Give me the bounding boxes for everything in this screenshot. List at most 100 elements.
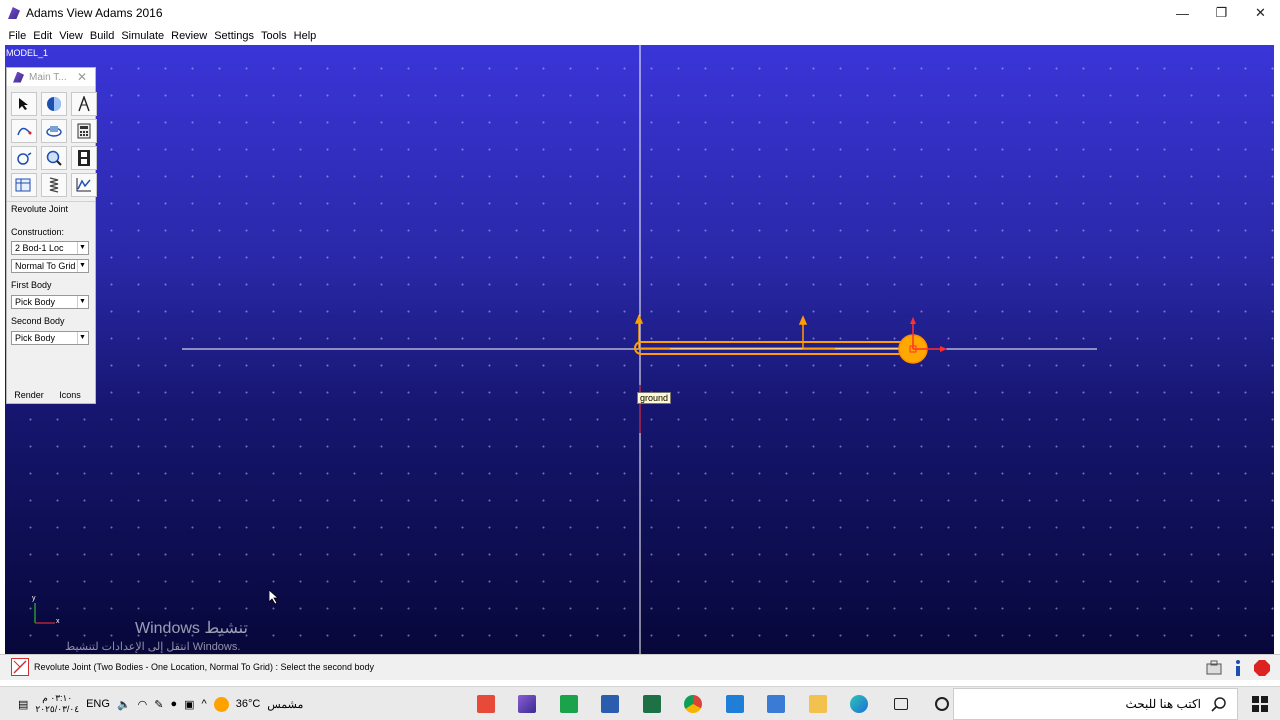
second-body-select-value: Pick Body — [15, 333, 56, 343]
toolbox-toggle-icon[interactable] — [1204, 658, 1224, 678]
table-icon[interactable] — [11, 173, 37, 197]
cancel-command-icon[interactable] — [11, 658, 29, 676]
magnifier-icon[interactable] — [41, 146, 67, 170]
weather-sun-icon — [213, 696, 229, 712]
menu-review[interactable]: Review — [168, 30, 211, 42]
close-button[interactable]: ✕ — [1241, 0, 1280, 26]
menu-simulate[interactable]: Simulate — [118, 30, 168, 42]
app-excel-icon[interactable] — [631, 687, 673, 720]
status-tools — [1204, 658, 1272, 678]
menu-view[interactable]: View — [56, 30, 87, 42]
model-viewport[interactable]: MODEL_1 y x ground Windows تنشيط انتقل إ… — [5, 45, 1274, 654]
orientation-select-value: Normal To Grid — [15, 261, 76, 271]
construction-select[interactable]: 2 Bod-1 Loc ▼ — [11, 241, 89, 255]
view-triad — [34, 603, 55, 624]
pen-icon[interactable]: ✎ — [154, 698, 163, 711]
toolbox-title-bar[interactable]: Main T... ✕ — [7, 68, 95, 86]
camera-icon[interactable]: ▣ — [184, 698, 194, 711]
adams-logo-icon — [13, 71, 24, 83]
compass-icon[interactable] — [71, 92, 97, 116]
status-bar: Revolute Joint (Two Bodies - One Locatio… — [0, 654, 1280, 680]
second-body-select[interactable]: Pick Body ▼ — [11, 331, 89, 345]
calculator-icon[interactable] — [71, 119, 97, 143]
app-store-icon[interactable] — [756, 687, 798, 720]
windows-start-icon[interactable] — [1252, 696, 1268, 712]
menu-build[interactable]: Build — [86, 30, 117, 42]
weather-condition[interactable]: مشمس — [267, 698, 303, 711]
plot-icon[interactable] — [71, 173, 97, 197]
window-controls: — ❐ ✕ — [1163, 0, 1280, 26]
title-bar: Adams View Adams 2016 — ❐ ✕ — [0, 0, 1280, 26]
activation-watermark-title: Windows تنشيط — [135, 620, 248, 637]
toolbox-tool-grid — [11, 92, 97, 197]
app-explorer-icon[interactable] — [797, 687, 839, 720]
select-arrow-icon[interactable] — [11, 92, 37, 116]
icons-button[interactable]: Icons — [57, 388, 83, 402]
app-red-icon[interactable] — [465, 687, 507, 720]
triad-y-label: y — [32, 595, 36, 602]
marker-end — [898, 317, 947, 364]
notification-icon[interactable]: ▤ — [18, 698, 28, 711]
info-icon[interactable] — [1228, 658, 1248, 678]
menu-file[interactable]: File — [5, 30, 30, 42]
toolbox-close-button[interactable]: ✕ — [77, 70, 87, 84]
rotate-part-icon[interactable] — [41, 119, 67, 143]
menu-tools[interactable]: Tools — [257, 30, 290, 42]
app-adams-icon[interactable] — [507, 687, 549, 720]
app-chrome-icon[interactable] — [673, 687, 715, 720]
taskbar-apps — [465, 687, 963, 720]
second-body-label: Second Body — [11, 316, 65, 326]
minimize-button[interactable]: — — [1163, 0, 1202, 26]
spline-icon[interactable] — [11, 119, 37, 143]
app-edge-icon[interactable] — [839, 687, 881, 720]
volume-icon[interactable]: 🔈 — [117, 698, 131, 711]
stop-icon[interactable] — [1252, 658, 1272, 678]
show-hidden-icons-icon[interactable]: ^ — [202, 698, 207, 710]
system-tray: ▤ ٠٣:١٠ م ٢٠٢٥/٠٣/٠٤ ENG 🔈 ◠ ✎ ● ▣ ^ 36°… — [18, 687, 303, 720]
first-body-select-value: Pick Body — [15, 297, 56, 307]
keyboard-language[interactable]: ENG — [86, 698, 110, 710]
taskbar-search-box[interactable]: اكتب هنا للبحث — [953, 688, 1238, 720]
clock[interactable]: ٠٣:١٠ م ٢٠٢٥/٠٣/٠٤ — [35, 693, 79, 715]
weather-temperature[interactable]: 36°C — [236, 698, 261, 710]
render-button[interactable]: Render — [14, 388, 44, 402]
marker-start — [634, 314, 670, 350]
status-message: Revolute Joint (Two Bodies - One Locatio… — [34, 662, 375, 672]
menu-settings[interactable]: Settings — [211, 30, 258, 42]
chevron-down-icon: ▼ — [77, 296, 87, 308]
maximize-button[interactable]: ❐ — [1202, 0, 1241, 26]
mouse-cursor-icon — [269, 590, 279, 604]
toolbox-separator — [7, 201, 95, 202]
clock-time: ٠٣:١٠ م — [42, 693, 73, 703]
activation-watermark-subtitle: انتقل إلى الإعدادات لتنشيط Windows. — [65, 641, 241, 653]
chevron-down-icon: ▼ — [77, 242, 87, 254]
microphone-icon[interactable]: ● — [170, 698, 177, 710]
window-title: Adams View Adams 2016 — [26, 6, 163, 20]
adams-logo-icon — [8, 7, 20, 19]
first-body-label: First Body — [11, 280, 52, 290]
task-view-icon[interactable] — [880, 687, 922, 720]
model-scene — [34, 45, 1097, 654]
search-placeholder: اكتب هنا للبحث — [1125, 697, 1201, 711]
menu-bar: File Edit View Build Simulate Review Set… — [0, 26, 1280, 45]
chevron-down-icon: ▼ — [77, 332, 87, 344]
film-icon[interactable] — [71, 146, 97, 170]
joint-icon[interactable] — [11, 146, 37, 170]
spring-icon[interactable] — [41, 173, 67, 197]
triad-x-label: x — [56, 618, 60, 625]
main-toolbox: Main T... ✕ Revolute Joint Construction:… — [6, 67, 97, 404]
app-mail-icon[interactable] — [714, 687, 756, 720]
toolbox-title: Main T... — [29, 71, 67, 83]
menu-help[interactable]: Help — [290, 30, 320, 42]
app-word-icon[interactable] — [590, 687, 632, 720]
chevron-down-icon: ▼ — [77, 260, 87, 272]
menu-edit[interactable]: Edit — [30, 30, 56, 42]
app-camtasia-icon[interactable] — [548, 687, 590, 720]
first-body-select[interactable]: Pick Body ▼ — [11, 295, 89, 309]
ground-tooltip: ground — [637, 392, 672, 404]
marker-center — [798, 315, 835, 350]
sphere-icon[interactable] — [41, 92, 67, 116]
network-icon[interactable]: ◠ — [138, 698, 148, 711]
orientation-select[interactable]: Normal To Grid ▼ — [11, 259, 89, 273]
search-icon — [1211, 697, 1226, 712]
